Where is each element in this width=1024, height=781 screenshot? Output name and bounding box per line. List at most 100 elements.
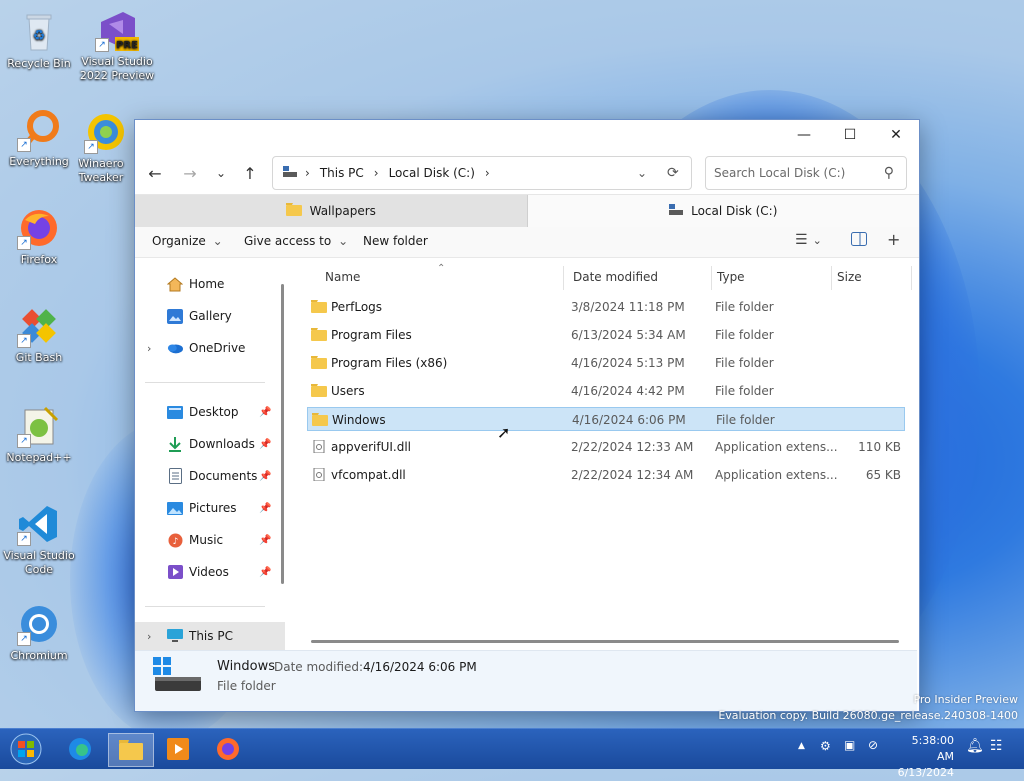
desktop-icon-recycle-bin[interactable]: ♻ Recycle Bin — [1, 10, 77, 71]
table-row-selected[interactable]: Windows 4/16/2024 6:06 PM File folder — [307, 407, 905, 431]
details-view-icon: ☰ — [795, 232, 808, 248]
file-date: 4/16/2024 4:42 PM — [571, 384, 685, 398]
preview-pane-button[interactable] — [851, 232, 867, 249]
breadcrumb-local-disk[interactable]: Local Disk (C:) — [389, 166, 475, 180]
organize-menu[interactable]: Organize ⌄ — [152, 234, 223, 248]
table-row[interactable]: Program Files (x86) 4/16/2024 5:13 PM Fi… — [307, 351, 905, 375]
nav-item-downloads[interactable]: Downloads 📌 — [135, 430, 285, 458]
start-button[interactable] — [4, 733, 48, 765]
column-divider[interactable] — [563, 266, 564, 290]
tray-overflow-button[interactable]: ▲ — [798, 741, 805, 751]
nav-item-onedrive[interactable]: › OneDrive — [135, 334, 285, 362]
column-header-name[interactable]: Name — [325, 264, 360, 290]
search-input[interactable]: Search Local Disk (C:) ⚲ — [705, 156, 907, 190]
desktop-icon-visual-studio[interactable]: PRE ↗ Visual Studio 2022 Preview — [79, 8, 155, 83]
tray-clock[interactable]: 5:38:00 AM 6/13/2024 — [896, 733, 954, 781]
desktop-icon-vscode[interactable]: ↗ Visual Studio Code — [1, 502, 77, 577]
desktop-icon-label: Chromium — [10, 649, 68, 662]
desktop-icon-chromium[interactable]: ↗ Chromium — [1, 602, 77, 663]
nav-label: OneDrive — [189, 341, 246, 355]
pin-icon[interactable]: 📌 — [259, 407, 271, 418]
svg-text:PRE: PRE — [116, 40, 138, 51]
up-button[interactable]: ↑ — [236, 160, 264, 186]
vscode-icon: ↗ — [17, 502, 61, 546]
column-divider[interactable] — [711, 266, 712, 290]
desktop-icon-git-bash[interactable]: ↗ Git Bash — [1, 304, 77, 365]
recent-locations-button[interactable]: ⌄ — [207, 160, 235, 186]
nav-item-videos[interactable]: Videos 📌 — [135, 558, 285, 586]
file-name: Windows — [332, 413, 386, 427]
search-icon: ⚲ — [883, 165, 894, 181]
nav-label: Desktop — [189, 405, 239, 419]
nav-item-desktop[interactable]: Desktop 📌 — [135, 398, 285, 426]
music-icon: ♪ — [167, 532, 183, 548]
taskbar-firefox[interactable] — [206, 733, 250, 765]
taskbar-media-player[interactable] — [156, 733, 200, 765]
pin-icon[interactable]: 📌 — [259, 471, 271, 482]
file-list: Name ⌃ Date modified Type Size PerfLogs … — [291, 263, 917, 650]
chevron-right-icon[interactable]: › — [147, 342, 151, 355]
pin-icon[interactable]: 📌 — [259, 503, 271, 514]
desktop-icon-firefox[interactable]: ↗ Firefox — [1, 206, 77, 267]
give-access-menu[interactable]: Give access to ⌄ — [244, 234, 348, 248]
view-options-button[interactable]: ☰ ⌄ — [795, 232, 822, 248]
desktop-icon-notepadpp[interactable]: ↗ Notepad++ — [1, 404, 77, 465]
new-folder-label: New folder — [363, 234, 428, 248]
maximize-button[interactable]: ☐ — [827, 120, 873, 150]
tray-network-icon[interactable]: ⊘ — [868, 738, 878, 752]
nav-divider — [145, 606, 265, 607]
show-desktop-icon[interactable]: ☷ — [990, 738, 1003, 754]
desktop-icon-label: Visual Studio Code — [3, 549, 75, 576]
minimize-button[interactable]: — — [781, 120, 827, 150]
address-bar[interactable]: › This PC › Local Disk (C:) › ⌄ ⟳ — [272, 156, 692, 190]
forward-button[interactable]: → — [176, 160, 204, 186]
column-divider[interactable] — [911, 266, 912, 290]
table-row[interactable]: Program Files 6/13/2024 5:34 AM File fol… — [307, 323, 905, 347]
file-name: appverifUI.dll — [331, 440, 411, 454]
nav-scrollbar[interactable] — [281, 284, 284, 584]
horizontal-scrollbar[interactable] — [311, 640, 899, 643]
chevron-right-icon[interactable]: › — [147, 630, 151, 643]
file-name: vfcompat.dll — [331, 468, 406, 482]
table-row[interactable]: Users 4/16/2024 4:42 PM File folder — [307, 379, 905, 403]
pin-icon[interactable]: 📌 — [259, 535, 271, 546]
tab-wallpapers[interactable]: Wallpapers — [135, 195, 528, 227]
notification-bell-icon[interactable]: 🔔︎ — [966, 738, 984, 754]
nav-item-this-pc[interactable]: › This PC — [135, 622, 285, 650]
nav-item-gallery[interactable]: Gallery — [135, 302, 285, 330]
tray-display-icon[interactable]: ▣ — [844, 738, 855, 752]
add-button[interactable]: + — [887, 230, 900, 249]
taskbar-edge[interactable] — [58, 733, 102, 765]
taskbar-file-explorer[interactable] — [108, 733, 154, 767]
nav-label: This PC — [189, 629, 233, 643]
nav-item-music[interactable]: ♪ Music 📌 — [135, 526, 285, 554]
table-row[interactable]: vfcompat.dll 2/22/2024 12:34 AM Applicat… — [307, 463, 905, 487]
pin-icon[interactable]: 📌 — [259, 439, 271, 450]
nav-item-home[interactable]: Home — [135, 270, 285, 298]
column-header-size[interactable]: Size — [837, 264, 862, 290]
file-date: 3/8/2024 11:18 PM — [571, 300, 685, 314]
column-divider[interactable] — [831, 266, 832, 290]
table-row[interactable]: appverifUI.dll 2/22/2024 12:33 AM Applic… — [307, 435, 905, 459]
pin-icon[interactable]: 📌 — [259, 567, 271, 578]
breadcrumb-this-pc[interactable]: This PC — [320, 166, 364, 180]
close-button[interactable]: ✕ — [873, 120, 919, 150]
back-button[interactable]: ← — [141, 160, 169, 186]
desktop-icon-everything[interactable]: ↗ Everything — [1, 108, 77, 169]
visual-studio-icon: PRE ↗ — [95, 8, 139, 52]
refresh-icon[interactable]: ⟳ — [667, 165, 679, 181]
nav-label: Music — [189, 533, 224, 547]
search-placeholder: Search Local Disk (C:) — [714, 166, 846, 180]
column-header-type[interactable]: Type — [717, 264, 745, 290]
tab-local-disk[interactable]: Local Disk (C:) — [527, 195, 919, 227]
nav-item-documents[interactable]: Documents 📌 — [135, 462, 285, 490]
new-folder-button[interactable]: New folder — [363, 234, 428, 248]
nav-item-pictures[interactable]: Pictures 📌 — [135, 494, 285, 522]
address-dropdown-icon[interactable]: ⌄ — [637, 166, 647, 180]
tray-network-settings-icon[interactable]: ⚙ — [820, 739, 831, 753]
desktop-icon-winaero[interactable]: ↗ Winaero Tweaker — [78, 110, 134, 185]
firefox-icon: ↗ — [17, 206, 61, 250]
pictures-icon — [167, 500, 183, 516]
table-row[interactable]: PerfLogs 3/8/2024 11:18 PM File folder — [307, 295, 905, 319]
column-header-date[interactable]: Date modified — [573, 264, 658, 290]
